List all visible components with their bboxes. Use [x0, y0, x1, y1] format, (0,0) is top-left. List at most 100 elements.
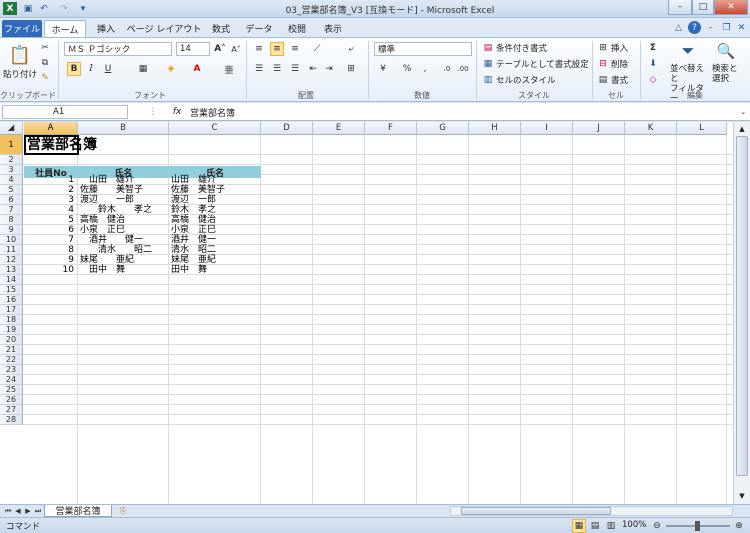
row-header-3[interactable]: 3	[0, 165, 23, 175]
row-header-20[interactable]: 20	[0, 335, 23, 345]
format-painter-icon[interactable]: ✎	[38, 71, 52, 85]
format-cells-button[interactable]: 書式	[611, 74, 628, 86]
scroll-down-icon[interactable]: ▼	[735, 490, 749, 501]
workbook-restore-icon[interactable]: ❐	[720, 21, 733, 34]
workbook-close-icon[interactable]: ✕	[735, 21, 748, 34]
name-cell-b[interactable]: 田中 舞	[80, 264, 125, 276]
name-cell-c[interactable]: 田中 舞	[171, 264, 207, 276]
close-button[interactable]: ✕	[714, 0, 748, 15]
vertical-scrollbar[interactable]: ▲ ▼	[733, 122, 750, 504]
scroll-up-icon[interactable]: ▲	[735, 123, 749, 134]
column-header-b[interactable]: B	[78, 122, 169, 135]
paste-icon[interactable]: 📋	[8, 42, 32, 68]
paste-button[interactable]: 貼り付け	[3, 68, 37, 80]
customize-qat-icon[interactable]: ▾	[76, 2, 90, 15]
percent-button[interactable]: %	[400, 62, 414, 76]
column-header-i[interactable]: I	[521, 122, 573, 135]
conditional-format-icon[interactable]: ▤	[481, 41, 495, 55]
row-header-4[interactable]: 4	[0, 175, 23, 185]
row-header-23[interactable]: 23	[0, 365, 23, 375]
next-sheet-icon[interactable]: ▶	[23, 506, 33, 516]
delete-cells-button[interactable]: 削除	[611, 58, 628, 70]
align-bottom-icon[interactable]: ≡	[288, 42, 302, 56]
tab-data[interactable]: データ	[240, 20, 278, 37]
row-header-26[interactable]: 26	[0, 395, 23, 405]
column-header-g[interactable]: G	[417, 122, 469, 135]
first-sheet-icon[interactable]: ⏮	[3, 506, 13, 516]
column-header-h[interactable]: H	[469, 122, 521, 135]
number-format-select[interactable]: 標準	[374, 42, 472, 56]
font-color-icon[interactable]: A	[190, 62, 204, 76]
zoom-out-icon[interactable]: ⊖	[650, 519, 664, 533]
find-select-button[interactable]: 検索と 選択	[712, 64, 748, 84]
currency-icon[interactable]: ¥	[376, 62, 390, 76]
column-header-c[interactable]: C	[169, 122, 261, 135]
cell-styles-button[interactable]: セルのスタイル	[496, 74, 556, 86]
undo-icon[interactable]: ↶	[37, 2, 51, 15]
tab-view[interactable]: 表示	[316, 20, 350, 37]
tab-page-layout[interactable]: ページ レイアウト	[126, 20, 202, 37]
employee-no-cell[interactable]: 10	[24, 264, 74, 276]
row-header-2[interactable]: 2	[0, 155, 23, 165]
format-table-icon[interactable]: ▦	[481, 57, 495, 71]
row-header-27[interactable]: 27	[0, 405, 23, 415]
help-icon[interactable]: ?	[688, 21, 701, 34]
column-header-j[interactable]: J	[573, 122, 625, 135]
row-header-7[interactable]: 7	[0, 205, 23, 215]
insert-sheet-icon[interactable]: ⎘	[116, 506, 130, 516]
row-header-6[interactable]: 6	[0, 195, 23, 205]
formula-input[interactable]: 営業部名簿	[190, 105, 735, 119]
column-header-l[interactable]: L	[677, 122, 727, 135]
row-header-12[interactable]: 12	[0, 255, 23, 265]
row-header-9[interactable]: 9	[0, 225, 23, 235]
align-top-icon[interactable]: ≡	[252, 42, 266, 56]
row-header-28[interactable]: 28	[0, 415, 23, 425]
shrink-font-icon[interactable]: A˅	[229, 42, 243, 56]
minimize-button[interactable]: –	[668, 0, 692, 15]
delete-cells-icon[interactable]: ⊟	[596, 57, 610, 71]
column-header-a[interactable]: A	[24, 122, 78, 135]
zoom-slider-thumb[interactable]	[695, 521, 700, 531]
formula-cancel-icon[interactable]: ⋮	[146, 105, 160, 119]
column-header-f[interactable]: F	[365, 122, 417, 135]
font-name-select[interactable]: ＭＳ Ｐゴシック	[64, 42, 172, 56]
italic-button[interactable]: I	[84, 62, 98, 76]
find-select-icon[interactable]: 🔍	[716, 41, 736, 61]
cut-icon[interactable]: ✂	[38, 41, 52, 55]
prev-sheet-icon[interactable]: ◀	[13, 506, 23, 516]
format-as-table-button[interactable]: テーブルとして書式設定	[496, 58, 589, 70]
increase-indent-icon[interactable]: ⇥	[322, 62, 336, 76]
worksheet-grid[interactable]: ◢ ABCDEFGHIJKL 1 2 3 4 5 6 7 8 9 10 11 12 13 14 15 16 17…	[0, 122, 733, 504]
row-header-8[interactable]: 8	[0, 215, 23, 225]
align-left-icon[interactable]: ☰	[252, 62, 266, 76]
insert-cells-icon[interactable]: ⊞	[596, 41, 610, 55]
save-icon[interactable]: ▣	[21, 2, 35, 15]
fill-color-icon[interactable]: ◈	[164, 62, 178, 76]
orientation-icon[interactable]: ⟋	[310, 42, 324, 56]
bold-button[interactable]: B	[67, 62, 81, 76]
hscroll-thumb[interactable]	[461, 507, 611, 515]
font-size-select[interactable]: 14	[176, 42, 210, 56]
decrease-decimal-icon[interactable]: .00	[456, 62, 470, 76]
row-header-5[interactable]: 5	[0, 185, 23, 195]
expand-formula-icon[interactable]: ⌄	[736, 105, 750, 119]
tab-insert[interactable]: 挿入	[88, 20, 124, 37]
zoom-in-icon[interactable]: ⊕	[732, 519, 746, 533]
column-header-e[interactable]: E	[313, 122, 365, 135]
format-cells-icon[interactable]: ▤	[596, 73, 610, 87]
row-header-14[interactable]: 14	[0, 275, 23, 285]
insert-function-button[interactable]: fx	[168, 105, 186, 119]
row-header-19[interactable]: 19	[0, 325, 23, 335]
fill-icon[interactable]: ⬇	[646, 57, 660, 71]
autosum-icon[interactable]: Σ	[646, 41, 660, 55]
copy-icon[interactable]: ⧉	[38, 56, 52, 70]
page-break-view-icon[interactable]: ▥	[604, 519, 618, 533]
conditional-format-button[interactable]: 条件付き書式	[496, 42, 547, 54]
insert-cells-button[interactable]: 挿入	[611, 42, 628, 54]
align-right-icon[interactable]: ☰	[288, 62, 302, 76]
tab-home[interactable]: ホーム	[44, 20, 86, 37]
clear-icon[interactable]: ◇	[646, 73, 660, 87]
select-all-corner[interactable]: ◢	[0, 122, 23, 135]
row-header-24[interactable]: 24	[0, 375, 23, 385]
name-box[interactable]: A1	[2, 105, 128, 119]
